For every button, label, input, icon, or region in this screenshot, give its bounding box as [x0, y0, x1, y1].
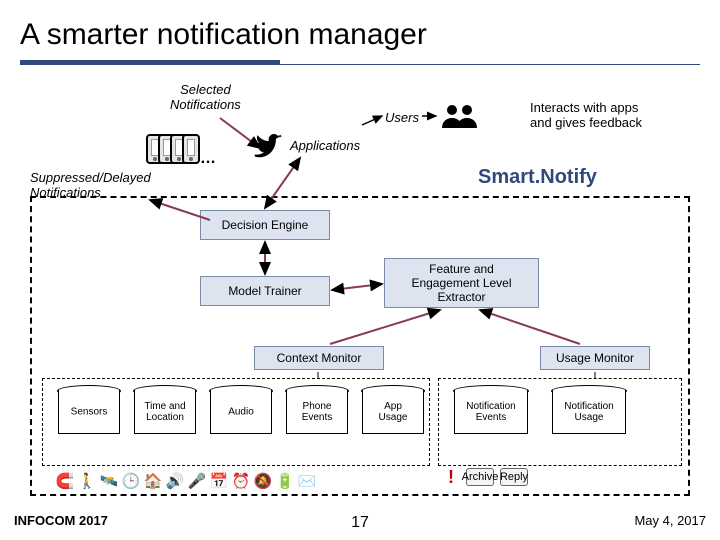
title-underline [20, 60, 280, 64]
magnet-icon: 🧲 [56, 472, 74, 490]
usage-icons: ! Archive Reply [442, 468, 528, 486]
sensor-icons: 🧲 🚶 🛰️ 🕒 🏠 🔊 🎤 📅 ⏰ 🔕 🔋 ✉️ [56, 468, 316, 490]
calendar-icon: 📅 [210, 472, 228, 490]
alarm-icon: ⏰ [232, 472, 250, 490]
interacts-label: Interacts with apps and gives feedback [530, 100, 642, 130]
phone-events-cylinder: Phone Events [286, 390, 348, 434]
audio-cylinder: Audio [210, 390, 272, 434]
satellite-icon: 🛰️ [100, 472, 118, 490]
twitter-icon [248, 132, 284, 162]
archive-button[interactable]: Archive [466, 468, 494, 486]
reply-button[interactable]: Reply [500, 468, 528, 486]
footer-conference: INFOCOM 2017 [14, 513, 108, 528]
mic-icon: 🎤 [188, 472, 206, 490]
app-usage-cylinder: App Usage [362, 390, 424, 434]
time-location-cylinder: Time and Location [134, 390, 196, 434]
clock-icon: 🕒 [122, 472, 140, 490]
users-icon [440, 102, 480, 130]
ellipsis: … [200, 150, 216, 168]
diagram-canvas: Selected Notifications Users Interacts w… [0, 80, 720, 500]
gmail-icon: ✉️ [298, 472, 316, 490]
walk-icon: 🚶 [78, 472, 96, 490]
ringer-icon: 🔕 [254, 472, 272, 490]
users-label: Users [385, 110, 419, 125]
speaker-icon: 🔊 [166, 472, 184, 490]
notif-events-cylinder: Notification Events [454, 390, 528, 434]
phone-stack-icon [146, 134, 194, 164]
slide-title: A smarter notification manager [0, 0, 720, 58]
selected-notifications-label: Selected Notifications [170, 82, 241, 112]
feature-extractor-box: Feature and Engagement Level Extractor [384, 258, 539, 308]
applications-label: Applications [290, 138, 360, 153]
notif-usage-cylinder: Notification Usage [552, 390, 626, 434]
sensors-cylinder: Sensors [58, 390, 120, 434]
context-monitor-box: Context Monitor [254, 346, 384, 370]
footer-date: May 4, 2017 [634, 513, 706, 528]
usage-monitor-box: Usage Monitor [540, 346, 650, 370]
smartnotify-label: Smart.Notify [478, 166, 597, 189]
footer-page-number: 17 [351, 514, 369, 532]
decision-engine-box: Decision Engine [200, 210, 330, 240]
house-icon: 🏠 [144, 472, 162, 490]
bang-icon: ! [442, 468, 460, 486]
model-trainer-box: Model Trainer [200, 276, 330, 306]
battery-icon: 🔋 [276, 472, 294, 490]
